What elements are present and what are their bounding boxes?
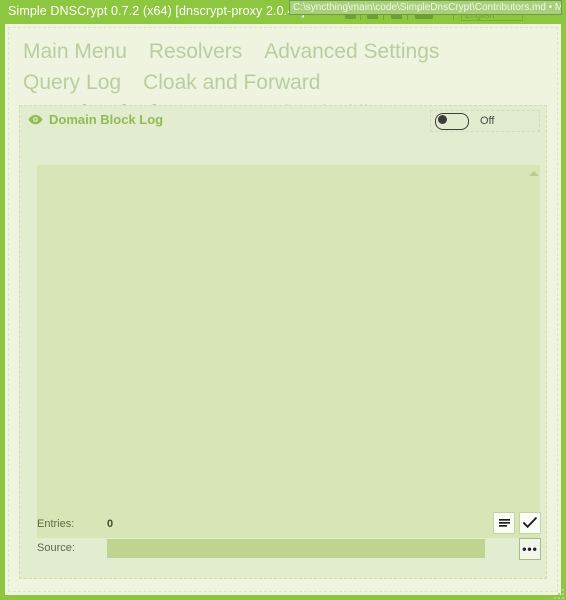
panel-header: Domain Block Log Off	[20, 106, 546, 138]
window-bottom-strip	[5, 585, 561, 595]
file-path-text: C:\syncthing\main\code\SimpleDnsCrypt\Co…	[293, 2, 561, 13]
panel-title-group: Domain Block Log	[28, 112, 163, 127]
tab-cloak-and-forward[interactable]: Cloak and Forward	[143, 67, 320, 98]
check-icon	[523, 517, 537, 529]
ellipsis-icon: •••	[522, 542, 538, 556]
tab-resolvers[interactable]: Resolvers	[149, 36, 242, 67]
toggle-state-label: Off	[480, 115, 495, 127]
tab-advanced-settings[interactable]: Advanced Settings	[264, 36, 439, 67]
application-window: Simple DNSCrypt 0.7.2 (x64) [dnscrypt-pr…	[0, 0, 566, 600]
apply-button[interactable]	[519, 512, 541, 534]
eye-icon	[28, 114, 43, 125]
source-label: Source:	[37, 542, 75, 554]
entries-row: Entries: 0	[20, 512, 546, 536]
entries-count: 0	[107, 518, 114, 530]
triangle-up-icon	[528, 170, 539, 176]
file-path-popup: C:\syncthing\main\code\SimpleDnsCrypt\Co…	[289, 0, 562, 15]
window-title: Simple DNSCrypt 0.7.2 (x64) [dnscrypt-pr…	[8, 4, 305, 18]
tab-main-menu[interactable]: Main Menu	[23, 36, 127, 67]
source-row: Source:	[20, 536, 546, 560]
toggle-track[interactable]	[435, 112, 469, 130]
tab-query-log[interactable]: Query Log	[23, 67, 121, 98]
clear-log-button[interactable]	[493, 512, 515, 534]
browse-source-button[interactable]: •••	[519, 538, 541, 560]
panel-title-label: Domain Block Log	[49, 112, 164, 127]
content-area: Main Menu Resolvers Advanced Settings Qu…	[5, 24, 561, 595]
panel-footer: Entries: 0 Source: •••	[20, 512, 546, 572]
clear-list-icon	[498, 518, 510, 527]
source-input[interactable]	[107, 538, 485, 558]
log-scrollbar[interactable]	[527, 165, 540, 538]
resize-grip[interactable]	[552, 587, 564, 599]
domain-block-log-panel: Domain Block Log Off Entries: 0 Source: …	[19, 105, 547, 579]
scroll-up-arrow[interactable]	[527, 167, 540, 179]
toggle-knob[interactable]	[437, 115, 447, 124]
entries-label: Entries:	[37, 518, 75, 530]
domain-block-log-toggle[interactable]: Off	[430, 110, 540, 132]
title-bar: Simple DNSCrypt 0.7.2 (x64) [dnscrypt-pr…	[0, 0, 566, 24]
log-textarea[interactable]	[37, 165, 540, 538]
